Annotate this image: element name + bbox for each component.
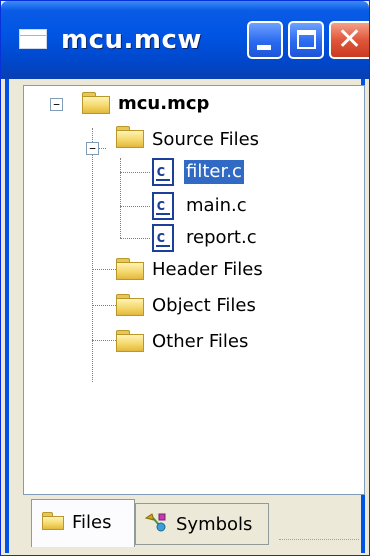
c-file-icon: c — [152, 224, 174, 252]
file-item-report[interactable]: report.c — [186, 226, 257, 250]
other-files-label[interactable]: Other Files — [152, 330, 248, 354]
folder-icon — [116, 126, 144, 148]
close-button[interactable]: ✕ — [329, 21, 369, 59]
file-item-filter[interactable]: filter.c — [184, 160, 244, 184]
maximize-icon — [297, 30, 316, 49]
tree-line — [120, 158, 121, 238]
object-files-label[interactable]: Object Files — [152, 294, 256, 318]
project-node-label[interactable]: mcu.mcp — [118, 92, 209, 116]
tab-symbols-label: Symbols — [176, 514, 253, 535]
source-files-label[interactable]: Source Files — [152, 128, 259, 152]
tree-line — [92, 128, 93, 382]
tab-symbols[interactable]: Symbols — [135, 503, 269, 545]
minimize-icon — [257, 45, 271, 50]
c-file-icon: c — [152, 192, 174, 220]
title-bar[interactable]: mcu.mcw ✕ — [1, 1, 369, 79]
window-title: mcu.mcw — [61, 25, 202, 55]
tab-files-label: Files — [72, 512, 112, 533]
folder-icon — [116, 330, 144, 352]
folder-icon — [116, 294, 144, 316]
workspace-tabs: Files Symbols — [23, 497, 365, 551]
tree-line — [92, 269, 116, 270]
collapse-toggle[interactable]: − — [50, 98, 63, 111]
minimize-button[interactable] — [247, 21, 283, 59]
close-icon: ✕ — [337, 22, 363, 57]
maximize-button[interactable] — [288, 21, 324, 59]
resize-grip[interactable] — [279, 539, 359, 545]
symbols-icon — [144, 513, 166, 532]
tree-line — [120, 172, 150, 173]
tree-line — [92, 305, 116, 306]
tree-line — [92, 340, 116, 341]
workspace-window: mcu.mcw ✕ − mcu.mcp − Source Files c fil… — [0, 0, 370, 556]
folder-icon — [116, 258, 144, 280]
file-item-main[interactable]: main.c — [186, 194, 247, 218]
c-file-icon: c — [152, 158, 174, 186]
tree-line — [120, 238, 150, 239]
header-files-label[interactable]: Header Files — [152, 258, 263, 282]
folder-icon — [82, 92, 110, 114]
window-icon — [19, 29, 47, 49]
tree-line — [120, 206, 150, 207]
tab-files[interactable]: Files — [31, 499, 135, 547]
collapse-toggle[interactable]: − — [86, 142, 99, 155]
project-tree[interactable]: − mcu.mcp − Source Files c filter.c c ma… — [23, 85, 365, 495]
folder-icon — [42, 512, 64, 530]
